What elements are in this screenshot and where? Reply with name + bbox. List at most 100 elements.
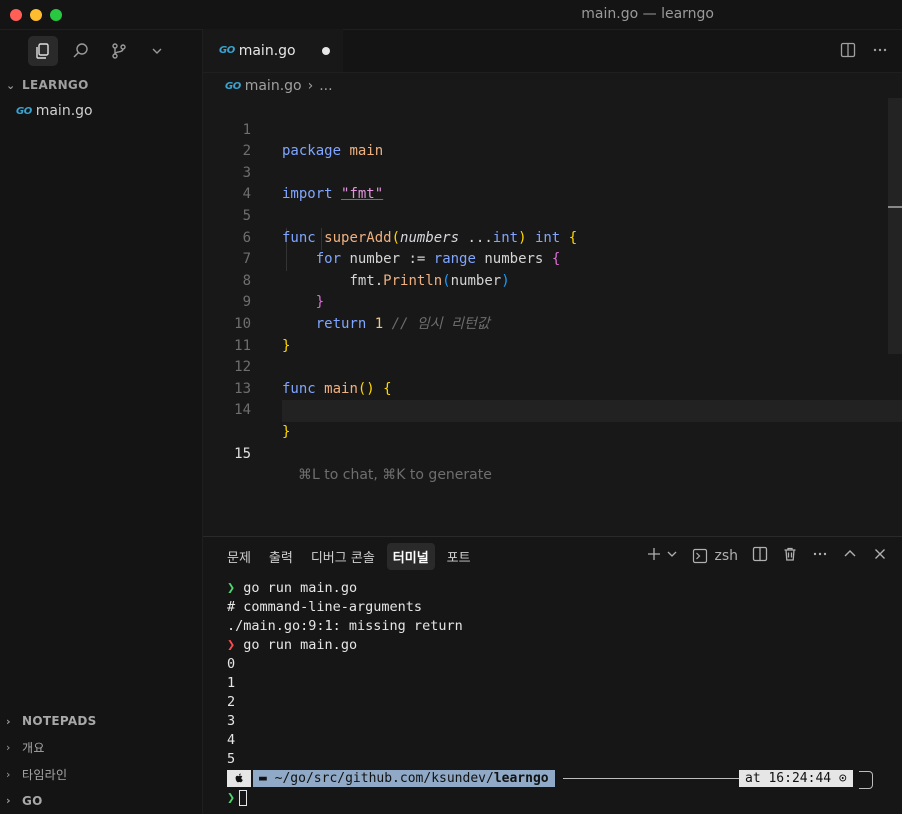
time-segment: at 16:24:44 ⊙ [739, 770, 853, 787]
code-line: 6 for number := range numbers { [203, 206, 902, 268]
editor-tab-bar: GO main.go [203, 29, 902, 73]
terminal-text: 2 [227, 694, 236, 710]
terminal-text: go run main.go [243, 580, 358, 596]
chevron-right-icon: › [6, 767, 11, 781]
code-line: 1 package main [203, 98, 902, 160]
source-control-icon[interactable] [104, 36, 134, 66]
shell-prompt-statusline: ▬ ~/go/src/github.com/ksundev/learngo at… [227, 769, 902, 789]
terminal-line: 5 [227, 750, 902, 769]
title-bar: main.go — learngo [0, 0, 902, 30]
sidebar-view-switcher [0, 30, 202, 72]
go-file-icon: GO [219, 45, 235, 56]
code-line-current: 15 ⌘L to chat, ⌘K to generate [203, 400, 902, 483]
terminal-shell-selector[interactable]: zsh [692, 548, 738, 564]
go-file-icon: GO [16, 105, 32, 117]
breadcrumb-rest[interactable]: ... [319, 78, 332, 94]
code-line: 7 fmt.Println(number) [203, 228, 902, 289]
tab-output[interactable]: 출력 [263, 543, 299, 570]
cwd-prefix: ~/go/src/github.com/ksundev/ [274, 771, 494, 786]
terminal-line: 3 [227, 712, 902, 731]
editor-scrollbar[interactable] [888, 98, 902, 354]
apple-icon [227, 770, 251, 787]
explorer-icon[interactable] [28, 36, 58, 66]
search-icon[interactable] [66, 36, 96, 66]
more-actions-icon[interactable] [812, 546, 828, 566]
section-outline[interactable]: › 개요 [0, 735, 202, 762]
trash-icon[interactable] [782, 546, 798, 566]
window-title: main.go — learngo [581, 6, 714, 22]
breadcrumb: GO main.go › ... [203, 73, 902, 99]
section-timeline[interactable]: › 타임라인 [0, 761, 202, 788]
code-line: 8 } [203, 249, 902, 311]
maximize-panel-icon[interactable] [842, 546, 858, 566]
panel-actions: zsh [646, 546, 888, 566]
code-line: 12 func main() { [203, 336, 902, 397]
editor-actions [840, 42, 888, 62]
section-label: 타임라인 [22, 767, 68, 782]
chevron-right-icon: › [6, 714, 11, 728]
chevron-right-icon: › [307, 78, 314, 94]
chevron-down-icon: ⌄ [6, 78, 16, 92]
code-line: 2 [203, 120, 902, 159]
new-terminal-icon[interactable] [646, 546, 662, 566]
sidebar-bottom-sections: › NOTEPADS › 개요 › 타임라인 › GO [0, 708, 202, 814]
file-name: main.go [35, 103, 93, 119]
code-editor[interactable]: 1 package main 2 3 import "fmt" 4 5 func… [203, 98, 902, 483]
split-editor-icon[interactable] [840, 42, 856, 62]
breadcrumb-file[interactable]: main.go [245, 78, 302, 94]
terminal-input-line[interactable]: ❯ [227, 789, 902, 808]
terminal-icon [693, 548, 708, 564]
terminal-text: 1 [227, 675, 236, 691]
terminal-text: # command-line-arguments [227, 599, 423, 615]
terminal-line: 1 [227, 674, 902, 693]
chevron-right-icon: › [6, 794, 11, 808]
code-line: 4 [203, 163, 902, 202]
workspace-title: LEARNGO [22, 78, 89, 92]
terminal-line: ./main.go:9:1: missing return [227, 617, 902, 636]
terminal-text: 0 [227, 656, 236, 672]
terminal-line: ❯ go run main.go [227, 579, 902, 598]
terminal-output[interactable]: ❯ go run main.go # command-line-argument… [227, 579, 902, 808]
split-terminal-icon[interactable] [752, 546, 768, 566]
terminal-line: 0 [227, 655, 902, 674]
terminal-line: ❯ go run main.go [227, 636, 902, 655]
terminal-text: go run main.go [243, 637, 358, 653]
chevron-down-icon[interactable] [666, 548, 678, 564]
terminal-line: 4 [227, 731, 902, 750]
folder-icon: ▬ [259, 771, 267, 786]
code-line: 10 } [203, 292, 902, 354]
statusline-rule [563, 778, 739, 779]
tab-problems[interactable]: 문제 [221, 543, 257, 570]
close-panel-icon[interactable] [872, 546, 888, 566]
tab-terminal[interactable]: 터미널 [386, 542, 435, 570]
more-actions-icon[interactable] [872, 42, 888, 62]
prompt-symbol: ❯ [227, 790, 236, 806]
section-label: NOTEPADS [22, 714, 97, 729]
file-item-main-go[interactable]: GO main.go [0, 98, 202, 124]
code-line: 3 import "fmt" [203, 141, 902, 203]
time-text: at 16:24:44 [745, 771, 832, 786]
editor-area: GO main.go GO main.go › ... 1 package ma… [203, 29, 902, 536]
tab-label: main.go [238, 42, 296, 59]
code-line: 11 [203, 314, 902, 354]
clock-icon: ⊙ [838, 771, 847, 786]
section-go[interactable]: › GO [0, 788, 202, 814]
terminal-text: ./main.go:9:1: missing return [227, 618, 463, 634]
tab-main-go[interactable]: GO main.go [203, 29, 343, 72]
unsaved-dot-icon[interactable] [321, 46, 330, 55]
go-file-icon: GO [225, 80, 241, 92]
code-line: 9 return 1 // 임시 리턴값 [203, 271, 902, 332]
tab-debug-console[interactable]: 디버그 콘솔 [305, 543, 381, 570]
chevron-right-icon: › [6, 741, 11, 755]
code-line: 14 } [203, 379, 902, 440]
code-line: 13 superAdd(1, 2, 3, 4, 5, 6) [203, 357, 902, 419]
cwd-dir: learngo [493, 771, 549, 786]
chevron-down-icon[interactable] [142, 36, 172, 66]
terminal-cursor [239, 790, 248, 806]
section-notepads[interactable]: › NOTEPADS [0, 708, 202, 735]
bottom-panel: 문제 출력 디버그 콘솔 터미널 포트 zsh ❯ go run main.go… [203, 536, 902, 814]
shell-label: zsh [714, 548, 738, 564]
tab-ports[interactable]: 포트 [441, 543, 477, 570]
workspace-section-header[interactable]: ⌄ LEARNGO [0, 72, 202, 98]
prompt-symbol: ❯ [227, 637, 236, 653]
